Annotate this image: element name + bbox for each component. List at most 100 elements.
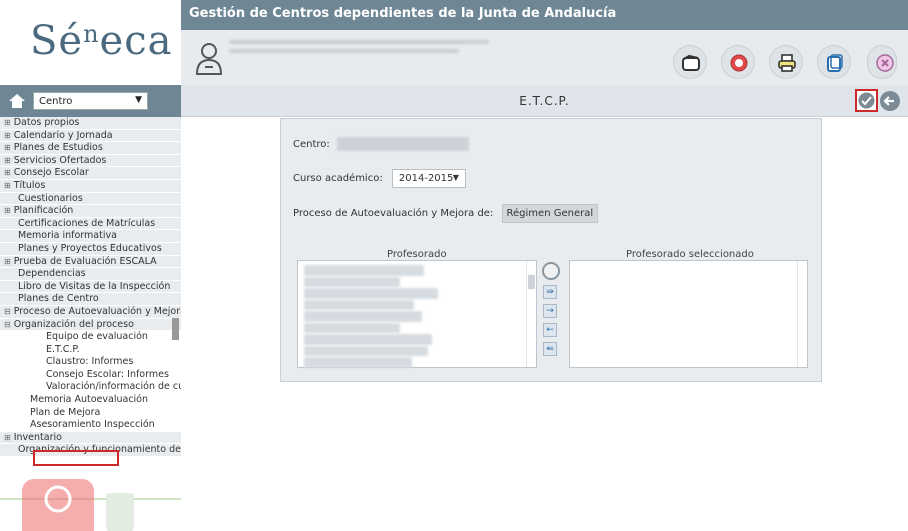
expand-icon[interactable]: ⊞: [4, 156, 11, 165]
sidebar-item-label: Proceso de Autoevaluación y Mejora: [13, 305, 181, 317]
profesorado-seleccionado-label: Profesorado seleccionado: [626, 249, 754, 260]
expand-icon[interactable]: ⊞: [4, 118, 11, 127]
list-scrollbar[interactable]: [797, 261, 807, 367]
sidebar-item[interactable]: Asesoramiento Inspección: [0, 419, 181, 432]
sidebar-item-label: Certificaciones de Matrículas: [18, 217, 156, 229]
curso-row: Curso académico: 2014-2015 ▼: [293, 169, 466, 188]
sidebar-item-label: Plan de Mejora: [30, 406, 101, 418]
sidebar-item-label: Consejo Escolar: [13, 167, 89, 179]
sidebar-item-label: Datos propios: [13, 117, 80, 128]
expand-icon[interactable]: ⊞: [4, 181, 11, 190]
page-title: E.T.C.P.: [519, 94, 570, 108]
sidebar-item-label: Equipo de evaluación: [46, 331, 148, 343]
expand-icon[interactable]: ⊞: [4, 206, 11, 215]
sidebar-item[interactable]: ⊟ Proceso de Autoevaluación y Mejora: [0, 305, 181, 319]
sidebar-item[interactable]: Libro de Visitas de la Inspección: [0, 280, 181, 294]
centro-row: Centro:: [293, 137, 469, 151]
sidebar-item[interactable]: Certificaciones de Matrículas: [0, 217, 181, 231]
sidebar: Centro ▼ ⊞ Datos propios ⊞ Calendario y J…: [0, 85, 181, 531]
copy-button[interactable]: [817, 45, 851, 79]
move-right-button[interactable]: →: [543, 304, 557, 318]
print-button[interactable]: [769, 45, 803, 79]
sidebar-item[interactable]: ⊞ Calendario y Jornada: [0, 129, 181, 143]
app-title: Gestión de Centros dependientes de la Ju…: [189, 6, 617, 21]
list-scrollbar[interactable]: [526, 261, 536, 367]
sidebar-item-label: Planificación: [13, 205, 74, 217]
sidebar-item[interactable]: Equipo de evaluación: [0, 331, 181, 344]
sidebar-item-label: Asesoramiento Inspección: [30, 419, 155, 431]
sidebar-item[interactable]: Valoración/información de cu: [0, 381, 181, 395]
sidebar-item-label: Claustro: Informes: [46, 356, 134, 368]
etcp-form-panel: Centro: Curso académico: 2014-2015 ▼ Pro…: [280, 118, 822, 382]
profesorado-list[interactable]: [297, 260, 537, 368]
sidebar-item[interactable]: Consejo Escolar: Informes: [0, 368, 181, 382]
sidebar-item[interactable]: ⊞ Datos propios: [0, 117, 181, 130]
centro-value: [336, 137, 469, 151]
folder-open-button[interactable]: [673, 45, 707, 79]
sidebar-item[interactable]: Planes y Proyectos Educativos: [0, 242, 181, 256]
sidebar-item-label: Memoria Autoevaluación: [30, 394, 149, 406]
expand-icon[interactable]: ⊞: [4, 131, 11, 140]
collapse-icon[interactable]: ⊟: [4, 307, 11, 316]
profesorado-seleccionado-list[interactable]: [569, 260, 808, 368]
expand-icon[interactable]: ⊞: [4, 257, 11, 266]
user-icon: [195, 42, 223, 76]
list-item[interactable]: [304, 288, 438, 299]
collapse-icon[interactable]: ⊟: [4, 320, 11, 329]
list-item[interactable]: [304, 357, 412, 368]
list-item[interactable]: [304, 311, 422, 322]
sidebar-item[interactable]: ⊞ Títulos: [0, 179, 181, 193]
list-item[interactable]: [304, 299, 414, 310]
sidebar-item[interactable]: ⊞ Consejo Escolar: [0, 167, 181, 180]
sidebar-item[interactable]: Plan de Mejora: [0, 406, 181, 420]
move-left-button[interactable]: ←: [543, 323, 557, 337]
list-item[interactable]: [304, 334, 432, 345]
move-all-right-button[interactable]: ⇛: [543, 285, 557, 299]
home-icon[interactable]: [8, 93, 26, 109]
logo-area: Séneca: [0, 0, 181, 85]
sidebar-item[interactable]: Planes de Centro: [0, 293, 181, 306]
sidebar-item[interactable]: ⊞ Inventario: [0, 431, 181, 445]
nav-menu: ⊞ Datos propios ⊞ Calendario y Jornada ⊞ P…: [0, 117, 181, 497]
sidebar-item[interactable]: Memoria Autoevaluación: [0, 394, 181, 407]
sidebar-item[interactable]: ⊞ Planes de Estudios: [0, 142, 181, 155]
sidebar-item[interactable]: Claustro: Informes: [0, 356, 181, 369]
sidebar-item-label: Inventario: [13, 431, 62, 443]
sidebar-item-label: Planes de Centro: [18, 293, 99, 305]
curso-select[interactable]: 2014-2015 ▼: [391, 169, 466, 188]
move-all-left-button[interactable]: ⇚: [543, 342, 557, 356]
chevron-down-icon: ▼: [135, 95, 142, 105]
sidebar-item-label: Dependencias: [18, 268, 86, 280]
sidebar-item[interactable]: ⊞ Prueba de Evaluación ESCALA: [0, 255, 181, 269]
sidebar-item[interactable]: ⊟ Organización del proceso: [0, 318, 181, 332]
context-select-value: Centro: [39, 96, 73, 107]
expand-icon[interactable]: ⊞: [4, 143, 11, 152]
sidebar-item[interactable]: Memoria informativa: [0, 230, 181, 243]
sidebar-item-label: Planes y Proyectos Educativos: [18, 242, 162, 254]
list-item[interactable]: [304, 322, 400, 333]
list-item[interactable]: [304, 276, 400, 287]
context-select[interactable]: Centro ▼: [33, 92, 148, 110]
sidebar-item[interactable]: E.T.C.P.: [0, 343, 181, 357]
back-button[interactable]: [880, 91, 900, 111]
printer-icon: [778, 54, 796, 72]
centro-label: Centro:: [293, 139, 330, 150]
expand-icon[interactable]: ⊞: [4, 168, 11, 177]
list-item[interactable]: [304, 345, 428, 356]
logout-button[interactable]: [867, 45, 897, 79]
sidebar-item[interactable]: ⊞ Servicios Ofertados: [0, 154, 181, 168]
window-icon: [827, 54, 843, 72]
sidebar-scrollbar[interactable]: [172, 318, 179, 340]
confirm-button[interactable]: [855, 89, 878, 112]
refresh-icon[interactable]: [542, 262, 560, 280]
sidebar-item[interactable]: Dependencias: [0, 268, 181, 281]
help-button[interactable]: [721, 45, 755, 79]
sidebar-item[interactable]: Cuestionarios: [0, 192, 181, 206]
sidebar-item-label: Libro de Visitas de la Inspección: [18, 280, 171, 292]
profesorado-items: [298, 261, 536, 368]
proceso-label: Proceso de Autoevaluación y Mejora de:: [293, 208, 494, 219]
sidebar-item[interactable]: ⊞ Planificación: [0, 205, 181, 218]
list-item[interactable]: [304, 265, 424, 276]
expand-icon[interactable]: ⊞: [4, 433, 11, 442]
lifebuoy-icon: [730, 54, 748, 72]
